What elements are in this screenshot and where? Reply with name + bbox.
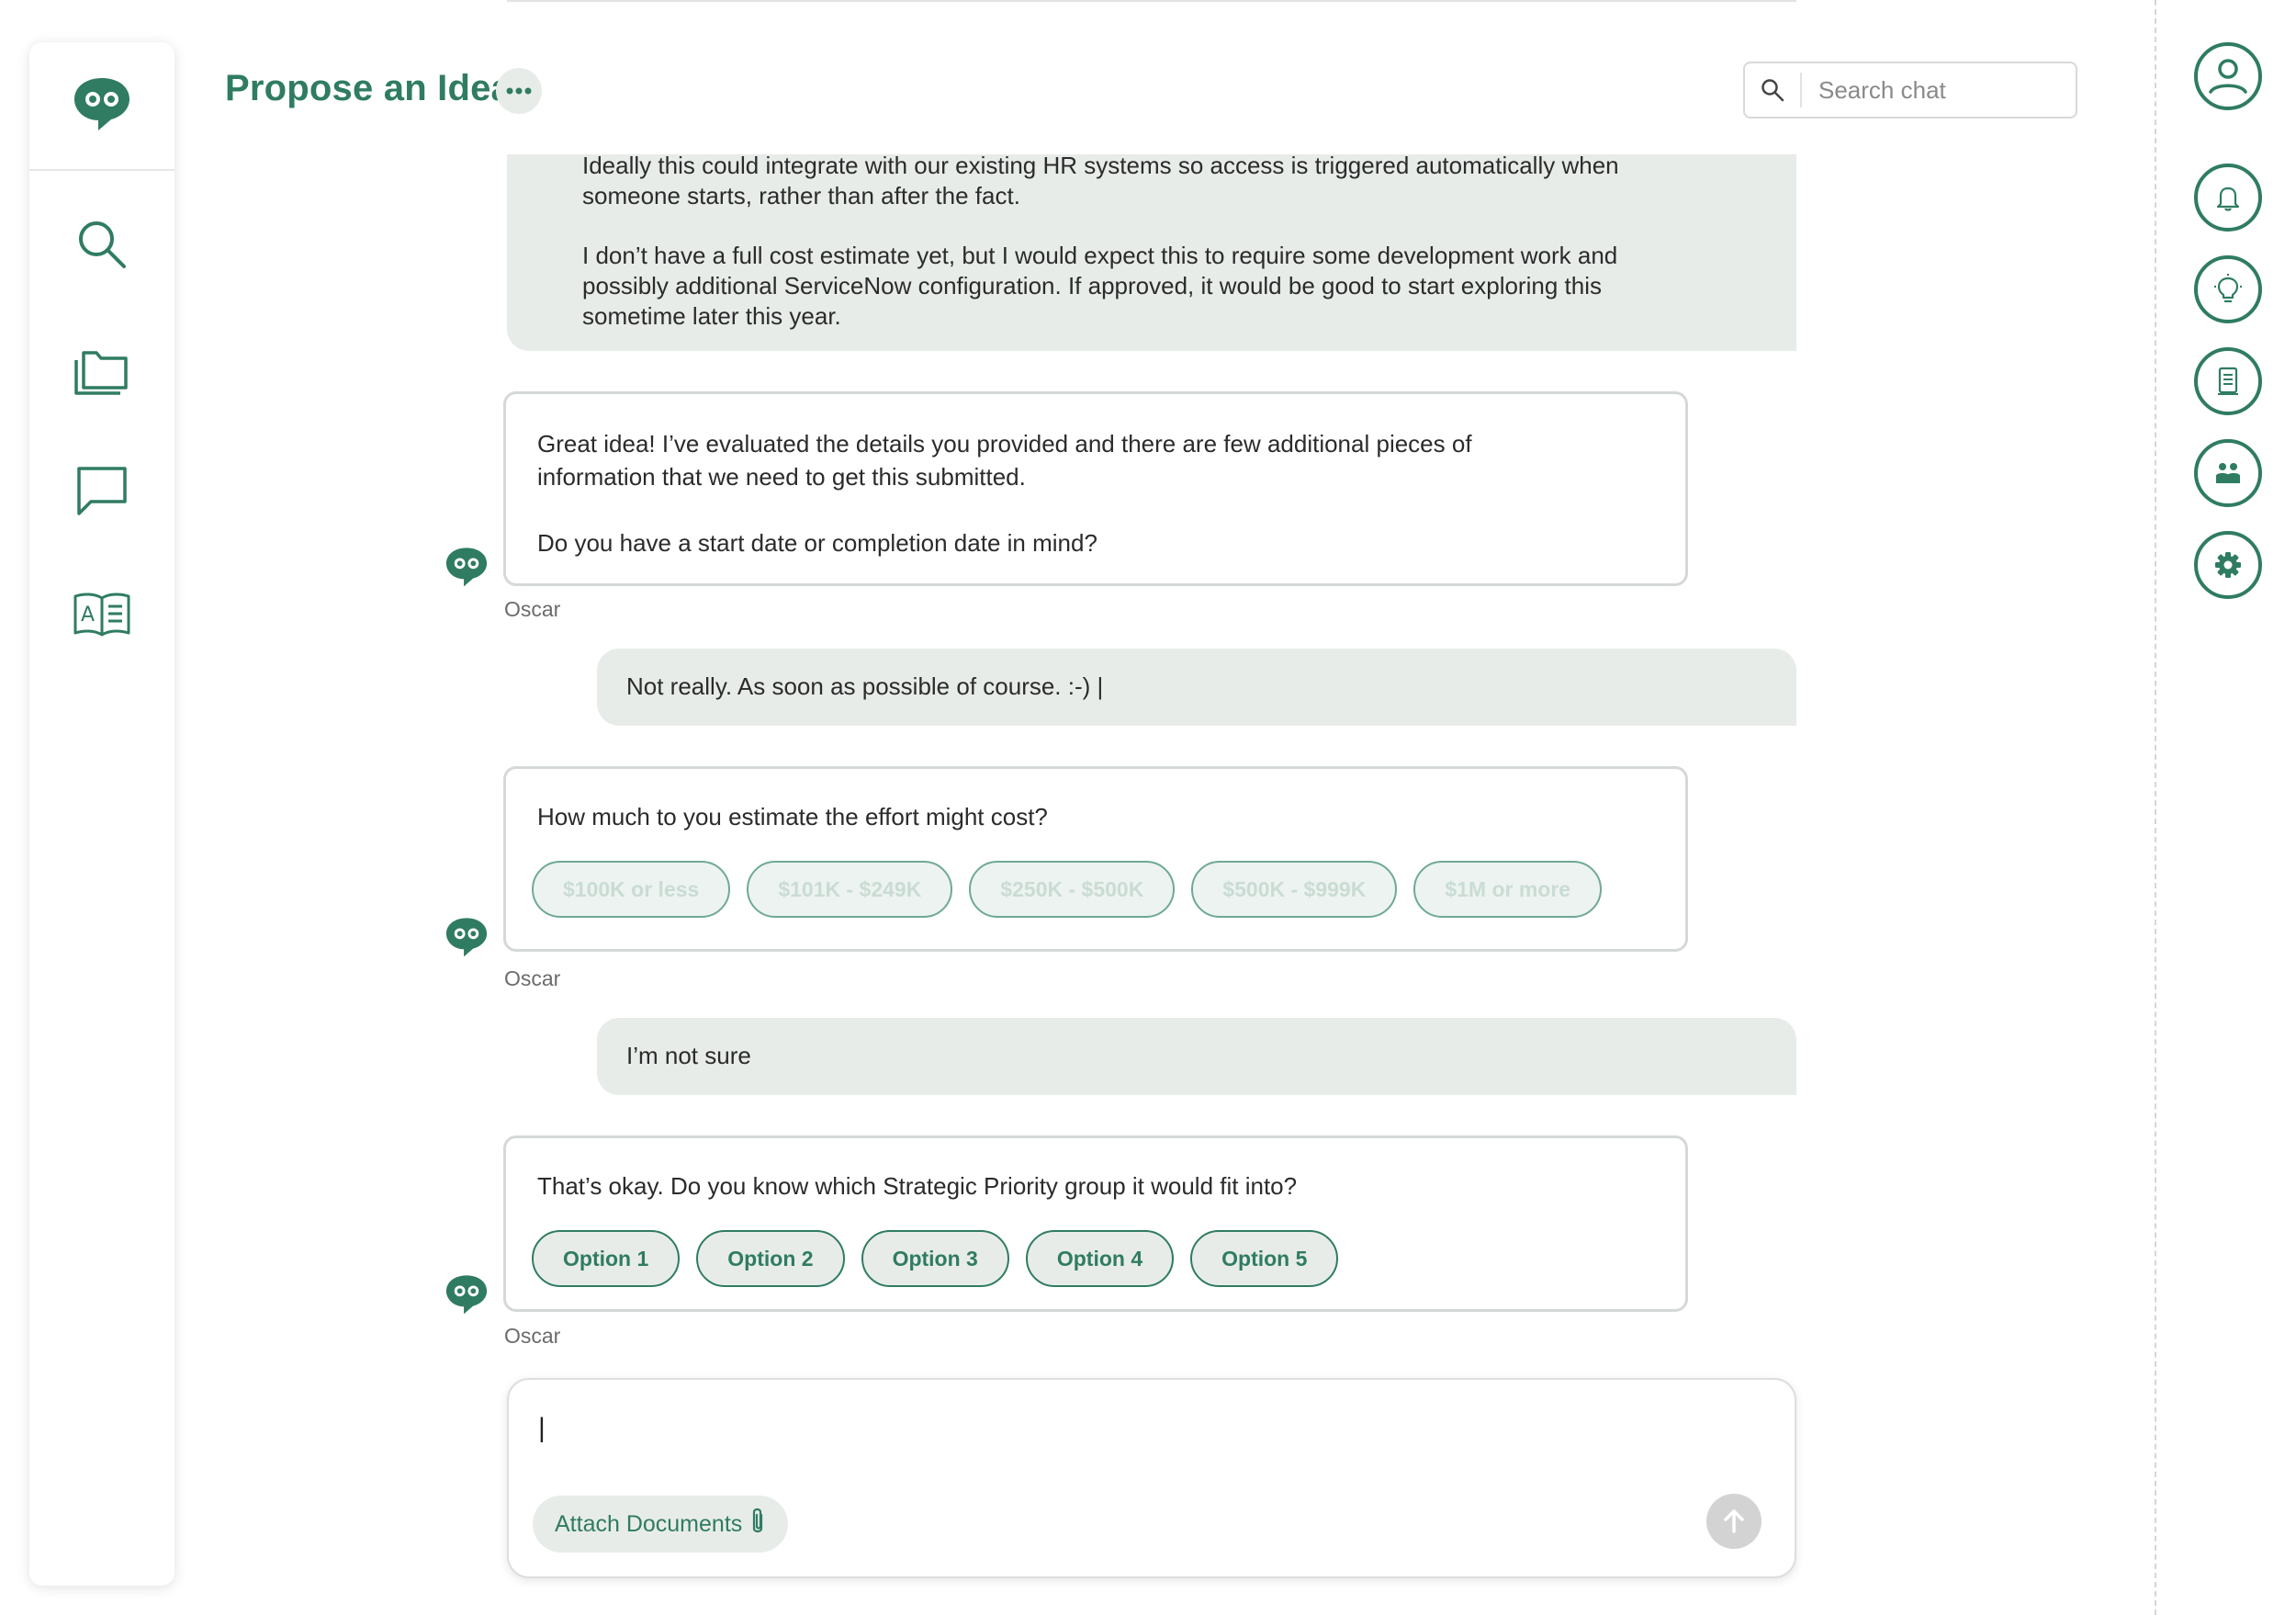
search-chat-input[interactable] [1802, 75, 2059, 105]
logo-area [29, 42, 174, 171]
nav-dictionary-icon[interactable]: A [73, 584, 131, 643]
message-line: Great idea! I’ve evaluated the details y… [537, 430, 1472, 457]
top-divider [507, 0, 1796, 2]
bell-icon[interactable] [2194, 164, 2262, 232]
oscar-avatar-icon [444, 914, 490, 960]
attach-documents-button[interactable]: Attach Documents [533, 1496, 789, 1553]
bot-sender-name: Oscar [504, 597, 561, 621]
message-line: someone starts, rather than after the fa… [582, 182, 1020, 209]
cost-option-chip: $500K - $999K [1191, 861, 1398, 918]
message-line: Ideally this could integrate with our ex… [582, 152, 1619, 179]
nav-folder-icon[interactable] [73, 338, 131, 397]
search-chat-box [1743, 62, 2077, 119]
option-2-chip[interactable]: Option 2 [696, 1230, 845, 1287]
oscar-avatar-icon [444, 544, 490, 590]
user-message-text: Ideally this could integrate with our ex… [582, 151, 1619, 332]
bot-message: How much to you estimate the effort migh… [503, 766, 1688, 952]
lightbulb-icon[interactable] [2194, 255, 2262, 323]
message-line: I don’t have a full cost estimate yet, b… [582, 242, 1618, 269]
arrow-up-icon [1724, 1509, 1744, 1533]
option-4-chip[interactable]: Option 4 [1025, 1230, 1175, 1287]
user-profile-icon[interactable] [2194, 42, 2262, 110]
message-line: That’s okay. Do you know which Strategic… [537, 1172, 1298, 1200]
svg-text:A: A [81, 604, 95, 627]
cost-option-chip: $250K - $500K [969, 861, 1176, 918]
nav-search-icon[interactable] [73, 215, 131, 274]
message-line: information that we need to get this sub… [537, 463, 1026, 491]
option-1-chip[interactable]: Option 1 [532, 1230, 681, 1287]
oscar-logo-icon [71, 74, 133, 138]
settings-gear-icon[interactable] [2194, 531, 2262, 599]
user-message: Not really. As soon as possible of cours… [597, 649, 1796, 726]
people-icon[interactable] [2194, 439, 2262, 507]
send-button[interactable] [1706, 1494, 1761, 1549]
user-message-text: I’m not sure [626, 1042, 751, 1069]
search-icon [1745, 73, 1802, 107]
message-line: possibly additional ServiceNow configura… [582, 272, 1602, 299]
message-line: How much to you estimate the effort migh… [537, 803, 1048, 830]
user-message-text: Not really. As soon as possible of cours… [626, 672, 1104, 700]
message-composer[interactable]: | Attach Documents [507, 1378, 1796, 1578]
bot-sender-name: Oscar [504, 966, 561, 990]
cost-option-chip: $101K - $249K [747, 861, 953, 918]
right-rail-divider [2155, 0, 2156, 1615]
left-nav: A [29, 171, 174, 643]
option-3-chip[interactable]: Option 3 [861, 1230, 1009, 1287]
user-message: I’m not sure [597, 1018, 1796, 1095]
bot-message: Great idea! I’ve evaluated the details y… [503, 391, 1688, 586]
ellipsis-icon [506, 87, 532, 95]
cost-options: $100K or less $101K - $249K $250K - $500… [532, 861, 1618, 918]
more-options-button[interactable] [496, 68, 542, 114]
composer-input[interactable]: | [538, 1413, 546, 1444]
cost-option-chip: $100K or less [532, 861, 731, 918]
cost-option-chip: $1M or more [1413, 861, 1603, 918]
document-icon[interactable] [2194, 347, 2262, 415]
priority-options: Option 1 Option 2 Option 3 Option 4 Opti… [532, 1230, 1355, 1287]
message-line: Do you have a start date or completion d… [537, 529, 1097, 557]
message-line: sometime later this year. [582, 302, 841, 330]
paperclip-icon [749, 1507, 766, 1542]
user-message: Ideally this could integrate with our ex… [507, 151, 1796, 351]
attach-documents-label: Attach Documents [555, 1510, 743, 1537]
option-5-chip[interactable]: Option 5 [1190, 1230, 1339, 1287]
oscar-avatar-icon [444, 1271, 490, 1317]
bot-message: That’s okay. Do you know which Strategic… [503, 1135, 1688, 1312]
left-sidebar: A [29, 42, 174, 1586]
bot-sender-name: Oscar [504, 1324, 561, 1348]
page-title: Propose an Idea [225, 68, 512, 108]
nav-chat-icon[interactable] [73, 461, 131, 520]
